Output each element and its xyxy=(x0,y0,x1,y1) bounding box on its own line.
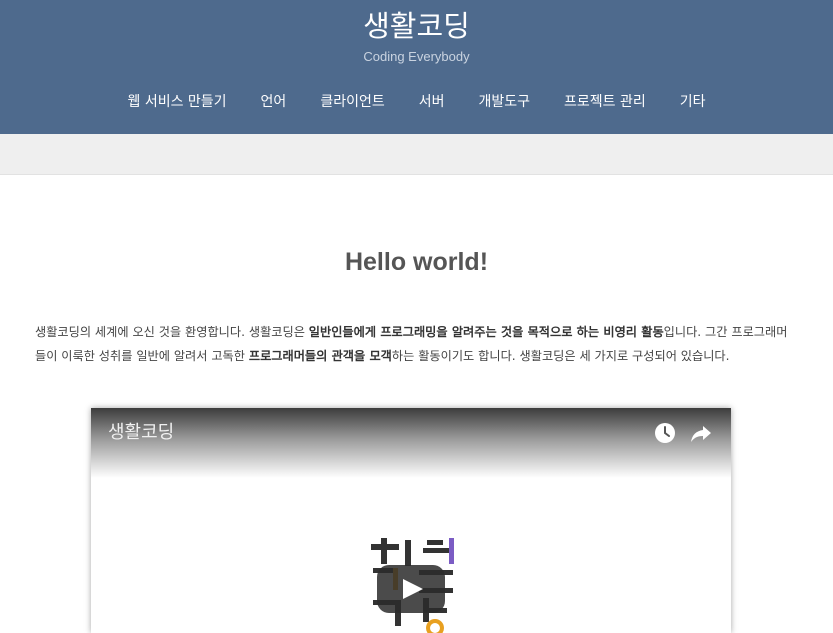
nav-item-language[interactable]: 언어 xyxy=(244,88,304,116)
video-title[interactable]: 생활코딩 xyxy=(108,420,174,446)
site-header: 생활코딩 Coding Everybody 웹 서비스 만들기 언어 클라이언트… xyxy=(0,0,833,134)
nav-item-etc[interactable]: 기타 xyxy=(663,88,723,116)
share-arrow-icon[interactable] xyxy=(690,422,712,444)
nav-item-client[interactable]: 클라이언트 xyxy=(303,88,401,116)
video-player[interactable]: 생활코딩 xyxy=(91,408,731,633)
body-bold-2: 프로그래머들의 관객을 모객 xyxy=(248,349,392,363)
main-content: Hello world! 생활코딩의 세계에 오신 것을 환영합니다. 생활코딩… xyxy=(0,175,833,633)
site-title[interactable]: 생활코딩 xyxy=(0,6,833,46)
sub-bar xyxy=(0,134,833,175)
nav-item-server[interactable]: 서버 xyxy=(402,88,462,116)
body-bold-1: 일반인들에게 프로그래밍을 알려주는 것을 목적으로 하는 비영리 활동 xyxy=(308,325,664,339)
nav-item-dev-tools[interactable]: 개발도구 xyxy=(461,88,547,116)
main-nav: 웹 서비스 만들기 언어 클라이언트 서버 개발도구 프로젝트 관리 기타 xyxy=(0,88,833,116)
clock-icon[interactable] xyxy=(654,422,676,444)
nav-item-web-service[interactable]: 웹 서비스 만들기 xyxy=(110,88,243,116)
article-title: Hello world! xyxy=(344,248,489,276)
site-subtitle: Coding Everybody xyxy=(363,49,470,64)
body-text-3: 하는 활동이기도 합니다. 생활코딩은 세 가지로 구성되어 있습니다. xyxy=(391,349,730,363)
nav-item-project-management[interactable]: 프로젝트 관리 xyxy=(547,88,663,116)
article-body: 생활코딩의 세계에 오신 것을 환영합니다. 생활코딩은 일반인들에게 프로그래… xyxy=(35,320,795,368)
play-icon[interactable] xyxy=(377,565,445,613)
video-top-bar xyxy=(91,408,731,478)
body-text-1: 생활코딩의 세계에 오신 것을 환영합니다. 생활코딩은 xyxy=(35,325,309,339)
